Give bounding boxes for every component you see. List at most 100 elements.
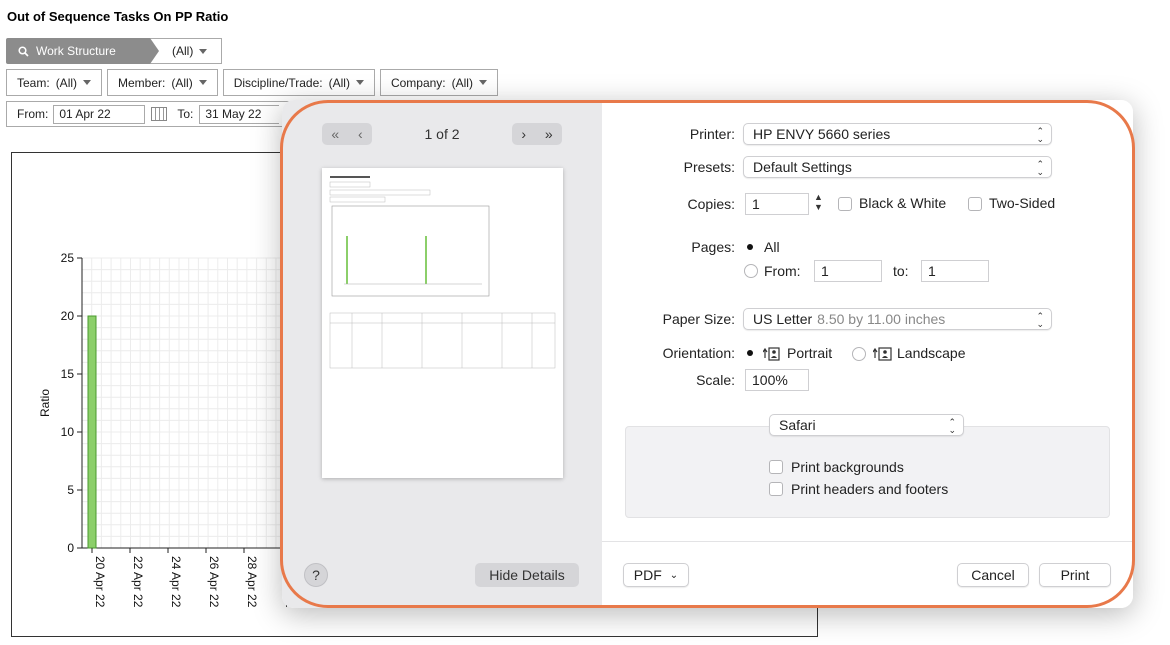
paper-size-value: US Letter (753, 311, 813, 327)
to-label: To: (177, 107, 194, 121)
updown-chevron-icon: ⌃ ⌄ (1036, 126, 1044, 144)
updown-chevron-icon: ⌃ ⌄ (1036, 159, 1044, 177)
landscape-icon (873, 347, 892, 361)
print-backgrounds-checkbox[interactable] (769, 460, 783, 474)
print-dialog: «‹ 1 of 2 ›» ? Hide Details Printer: HP … (282, 100, 1133, 608)
member-filter[interactable]: Member: (All) (107, 69, 218, 96)
section-select[interactable]: Safari ⌃ ⌄ (769, 414, 964, 436)
pages-from-field[interactable]: 1 (814, 260, 882, 282)
team-filter-label: Team: (17, 75, 50, 90)
two-sided-checkbox[interactable] (968, 197, 982, 211)
landscape-label: Landscape (897, 345, 966, 361)
pages-label: Pages: (691, 239, 735, 255)
help-button[interactable]: ? (304, 563, 328, 587)
x-tick-label: 26 Apr 22 (207, 556, 221, 608)
copies-field[interactable]: 1 (745, 193, 809, 215)
work-structure-dropdown[interactable]: (All) (150, 38, 223, 64)
company-filter[interactable]: Company: (All) (379, 69, 498, 96)
work-structure-label: Work Structure (36, 44, 116, 58)
preview-pane: «‹ 1 of 2 ›» ? Hide Details (282, 100, 602, 608)
paper-size-detail: 8.50 by 11.00 inches (817, 311, 946, 327)
updown-chevron-icon: ⌃ ⌄ (1036, 311, 1044, 329)
black-white-checkbox[interactable] (838, 197, 852, 211)
caret-down-icon (198, 80, 207, 85)
pages-all-label: All (764, 239, 780, 255)
next-page-icon[interactable]: › (521, 126, 526, 142)
work-structure-button[interactable]: Work Structure (6, 38, 159, 64)
y-tick-label: 5 (67, 483, 74, 497)
filter-bar: Team: (All) Member: (All) Discipline/Tra… (6, 69, 498, 96)
pages-to-label: to: (893, 263, 909, 279)
team-filter-value: (All) (55, 75, 78, 90)
footer-divider (602, 541, 1133, 542)
x-tick-label: 20 Apr 22 (93, 556, 107, 608)
print-settings-pane: Printer: HP ENVY 5660 series ⌃ ⌄ Presets:… (602, 100, 1133, 608)
printer-value: HP ENVY 5660 series (753, 126, 891, 142)
scale-label: Scale: (696, 372, 735, 388)
y-tick-label: 20 (61, 309, 75, 323)
caret-down-icon (83, 80, 92, 85)
member-filter-label: Member: (118, 75, 166, 90)
discipline-filter[interactable]: Discipline/Trade: (All) (222, 69, 375, 96)
printer-select[interactable]: HP ENVY 5660 series ⌃ ⌄ (743, 123, 1052, 145)
y-tick-label: 10 (61, 425, 75, 439)
updown-chevron-icon: ⌃ ⌄ (948, 417, 956, 435)
chart-bar (87, 315, 97, 549)
work-structure-bar: Work Structure (All) (6, 38, 223, 64)
from-date-input[interactable]: 01 Apr 22 (53, 104, 146, 124)
portrait-icon (763, 347, 780, 361)
date-range: From: 01 Apr 22 To: 31 May 22 (6, 101, 296, 127)
print-button[interactable]: Print (1039, 563, 1111, 587)
from-label: From: (17, 107, 49, 121)
scale-field[interactable]: 100% (745, 369, 809, 391)
x-tick-label: 24 Apr 22 (169, 556, 183, 608)
next-page-buttons[interactable]: ›» (512, 123, 562, 145)
black-white-label: Black & White (859, 195, 947, 211)
pages-range-radio[interactable] (744, 264, 758, 278)
portrait-radio[interactable] (744, 347, 758, 361)
y-tick-label: 15 (61, 367, 75, 381)
caret-down-icon (355, 80, 364, 85)
company-filter-label: Company: (390, 75, 446, 90)
x-tick-label: 28 Apr 22 (245, 556, 259, 608)
page-indicator: 1 of 2 (424, 126, 460, 142)
paper-size-select[interactable]: US Letter 8.50 by 11.00 inches ⌃ ⌄ (743, 308, 1052, 330)
safari-options-box: Print backgrounds Print headers and foot… (625, 426, 1110, 518)
pages-from-label: From: (764, 263, 801, 279)
discipline-filter-label: Discipline/Trade: (233, 75, 323, 90)
previous-page-buttons[interactable]: «‹ (322, 123, 372, 145)
to-date-input[interactable]: 31 May 22 (199, 104, 280, 124)
y-tick-label: 25 (61, 251, 75, 265)
pages-all-radio[interactable] (744, 241, 758, 255)
orientation-label: Orientation: (662, 345, 735, 361)
presets-select[interactable]: Default Settings ⌃ ⌄ (743, 156, 1052, 178)
last-page-icon[interactable]: » (545, 126, 553, 142)
copies-label: Copies: (687, 196, 735, 212)
previous-page-icon[interactable]: ‹ (358, 126, 363, 142)
y-axis-label: Ratio (38, 389, 52, 417)
page-preview-graphic (329, 176, 556, 369)
discipline-filter-value: (All) (328, 75, 350, 90)
y-tick-label: 0 (67, 541, 74, 555)
portrait-label: Portrait (787, 345, 833, 361)
hide-details-button[interactable]: Hide Details (475, 563, 579, 587)
copies-stepper[interactable]: ▲ ▼ (814, 192, 823, 212)
page-title: Out of Sequence Tasks On PP Ratio (7, 9, 229, 24)
presets-value: Default Settings (753, 159, 852, 175)
caret-down-icon (199, 48, 208, 54)
search-icon (18, 45, 29, 57)
print-backgrounds-label: Print backgrounds (791, 459, 904, 475)
team-filter[interactable]: Team: (All) (6, 69, 103, 96)
pages-to-field[interactable]: 1 (921, 260, 989, 282)
chevron-down-icon: ⌄ (669, 569, 679, 581)
pdf-menu-button[interactable]: PDF ⌄ (623, 563, 689, 587)
print-headers-label: Print headers and footers (791, 481, 949, 497)
print-headers-checkbox[interactable] (769, 482, 783, 496)
page-preview-thumbnail (322, 168, 563, 478)
caret-down-icon (478, 80, 487, 85)
calendar-icon[interactable] (151, 107, 168, 121)
first-page-icon[interactable]: « (331, 126, 339, 142)
landscape-radio[interactable] (852, 347, 866, 361)
cancel-button[interactable]: Cancel (957, 563, 1029, 587)
section-value: Safari (779, 417, 816, 433)
